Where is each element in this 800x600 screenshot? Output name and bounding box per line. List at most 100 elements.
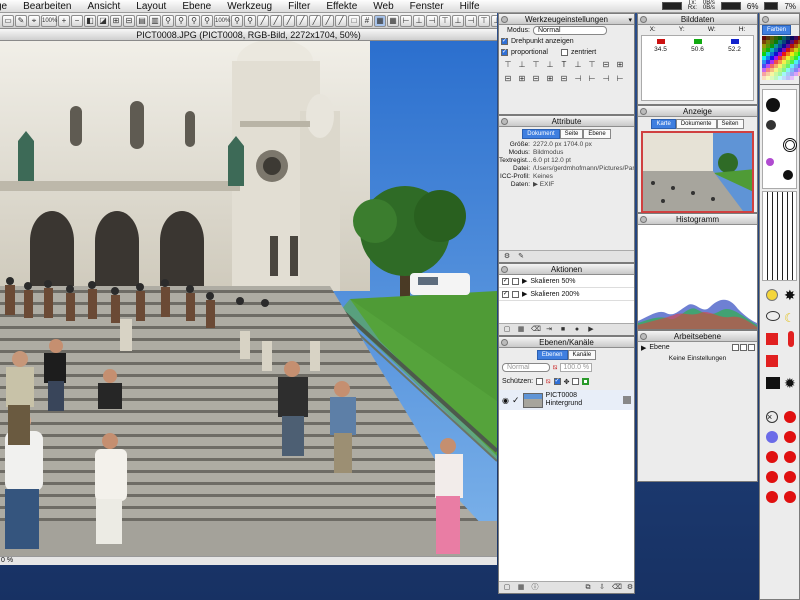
- layer-row[interactable]: ◉ ✓ PICT0008 Hintergrund: [499, 390, 634, 410]
- panel-menu-icon[interactable]: ▾: [628, 15, 632, 26]
- stop-icon[interactable]: ■: [559, 326, 567, 334]
- rect-icon[interactable]: □: [348, 14, 360, 27]
- brush-icon-3[interactable]: [783, 138, 797, 152]
- expand-triangle-icon[interactable]: ▶: [522, 277, 527, 285]
- protect-all-checkbox[interactable]: [572, 378, 580, 385]
- navigator-thumbnail[interactable]: [641, 131, 754, 213]
- align-h2-icon[interactable]: ⊥: [573, 60, 583, 70]
- tool-icon-14[interactable]: ⚲: [244, 14, 256, 27]
- red-ball-6[interactable]: [784, 471, 796, 483]
- close-icon[interactable]: [640, 216, 647, 223]
- align-row2-1-icon[interactable]: ⊟: [601, 60, 611, 70]
- align-row2-4-icon[interactable]: ⊞: [517, 74, 527, 84]
- red-ball-7[interactable]: [766, 491, 778, 503]
- new-layer-icon[interactable]: ▢: [503, 584, 511, 592]
- tool-icon-4[interactable]: ◧: [84, 14, 96, 27]
- modus-select[interactable]: Normal: [532, 26, 607, 35]
- ebene-option-3[interactable]: [748, 344, 755, 351]
- pen-icon-7[interactable]: ╱: [335, 14, 347, 27]
- pen-icon-5[interactable]: ╱: [309, 14, 321, 27]
- color-swatches[interactable]: [762, 36, 800, 80]
- tool-icon-12[interactable]: ⚲: [201, 14, 213, 27]
- record-icon[interactable]: ●: [573, 326, 581, 334]
- farben-tab-label[interactable]: Farben: [762, 25, 792, 35]
- red-square-icon[interactable]: [766, 355, 778, 367]
- align-row3-3-icon[interactable]: ⊣: [601, 74, 611, 84]
- tab-dokument[interactable]: Dokument: [522, 129, 560, 139]
- pen-icon-3[interactable]: ╱: [283, 14, 295, 27]
- tool-icon-2[interactable]: ✎: [15, 14, 27, 27]
- step-icon[interactable]: ⇥: [545, 326, 553, 334]
- align-row2-3-icon[interactable]: ⊟: [503, 74, 513, 84]
- expand-triangle-icon[interactable]: ▶: [641, 344, 646, 352]
- action-dialog-toggle[interactable]: [512, 290, 519, 298]
- brush-icon-5[interactable]: [783, 170, 793, 180]
- menu-item-werkzeug[interactable]: Werkzeug: [219, 1, 280, 12]
- red-ball-3[interactable]: [766, 451, 778, 463]
- brush-icon-4[interactable]: [766, 158, 774, 166]
- align-top-left-icon[interactable]: ⊤: [503, 60, 513, 70]
- tool-icon-7[interactable]: ⊟: [123, 14, 135, 27]
- pen-icon-2[interactable]: ╱: [270, 14, 282, 27]
- action-checkbox[interactable]: ✓: [502, 290, 509, 298]
- align-left-icon[interactable]: ⊢: [400, 14, 412, 27]
- menu-item-ansicht[interactable]: Ansicht: [80, 1, 129, 12]
- align-top-right-icon[interactable]: ⊤: [531, 60, 541, 70]
- new-folder-icon[interactable]: ▦: [517, 326, 525, 334]
- align-bottom-icon[interactable]: ⊣: [465, 14, 477, 27]
- pen-icon-1[interactable]: ╱: [257, 14, 269, 27]
- distribute-icon[interactable]: ⊤: [478, 14, 490, 27]
- grid-icon-2[interactable]: ▦: [387, 14, 399, 27]
- search-zoom-icon[interactable]: ⚲: [162, 14, 174, 27]
- align-top-icon[interactable]: ⊤: [439, 14, 451, 27]
- edit-icon[interactable]: ✎: [517, 253, 525, 261]
- close-icon[interactable]: [501, 266, 508, 273]
- menu-item-ebene[interactable]: Ebene: [174, 1, 219, 12]
- protect-transparency-checkbox[interactable]: [536, 378, 544, 385]
- menu-item-ge[interactable]: ge: [0, 1, 15, 12]
- align-h-icon[interactable]: T: [559, 60, 569, 70]
- close-icon[interactable]: [640, 108, 647, 115]
- protect-image-checkbox[interactable]: ✓: [553, 378, 561, 385]
- close-icon[interactable]: [501, 16, 508, 23]
- align-row3-2-icon[interactable]: ⊢: [587, 74, 597, 84]
- action-checkbox[interactable]: ✓: [502, 277, 509, 285]
- align-row2-7-icon[interactable]: ⊟: [559, 74, 569, 84]
- red-shape-icon[interactable]: [766, 333, 778, 345]
- document-image[interactable]: [0, 41, 497, 556]
- pattern-presets[interactable]: [762, 191, 797, 281]
- brush-icon-2[interactable]: [766, 120, 776, 130]
- align-h3-icon[interactable]: ⊤: [587, 60, 597, 70]
- close-icon[interactable]: [501, 339, 508, 346]
- expand-triangle-icon[interactable]: ▶: [522, 290, 527, 298]
- opacity-slider-icon[interactable]: ⧅: [553, 364, 557, 372]
- info-icon[interactable]: ⓘ: [531, 584, 539, 592]
- layer-settings-icon[interactable]: ⚙: [626, 584, 634, 592]
- zoom-out-icon[interactable]: −: [71, 14, 83, 27]
- red-ball-1[interactable]: [784, 411, 796, 423]
- tool-icon-10[interactable]: ⚲: [175, 14, 187, 27]
- red-figure-icon[interactable]: [788, 331, 794, 347]
- shape-presets[interactable]: ✸ ☾ ✹: [762, 283, 797, 401]
- menu-item-layout[interactable]: Layout: [128, 1, 174, 12]
- eye-icon[interactable]: ◉: [502, 396, 509, 405]
- tool-icon-5[interactable]: ◪: [97, 14, 109, 27]
- pen-icon-6[interactable]: ╱: [322, 14, 334, 27]
- new-group-icon[interactable]: ▦: [517, 584, 525, 592]
- document-zoom-status[interactable]: 0 %: [0, 556, 497, 565]
- tool-icon-13[interactable]: ⚲: [231, 14, 243, 27]
- tool-icon-3[interactable]: ⌖: [28, 14, 40, 27]
- brush-presets[interactable]: [762, 89, 797, 189]
- tool-icon-9[interactable]: ▥: [149, 14, 161, 27]
- action-dialog-toggle[interactable]: [512, 277, 519, 285]
- proportional-checkbox[interactable]: ✓: [501, 49, 508, 56]
- grid-icon[interactable]: #: [361, 14, 373, 27]
- tool-icon-1[interactable]: ▭: [2, 14, 14, 27]
- tool-icon-11[interactable]: ⚲: [188, 14, 200, 27]
- zoom-100-button[interactable]: 100%: [41, 14, 57, 27]
- distribute-icon-2[interactable]: ⊥: [491, 14, 497, 27]
- align-row3-4-icon[interactable]: ⊢: [615, 74, 625, 84]
- align-v-icon[interactable]: ⊥: [545, 60, 555, 70]
- trash-icon[interactable]: ⌫: [531, 326, 541, 334]
- tab-karte[interactable]: Karte: [651, 119, 676, 129]
